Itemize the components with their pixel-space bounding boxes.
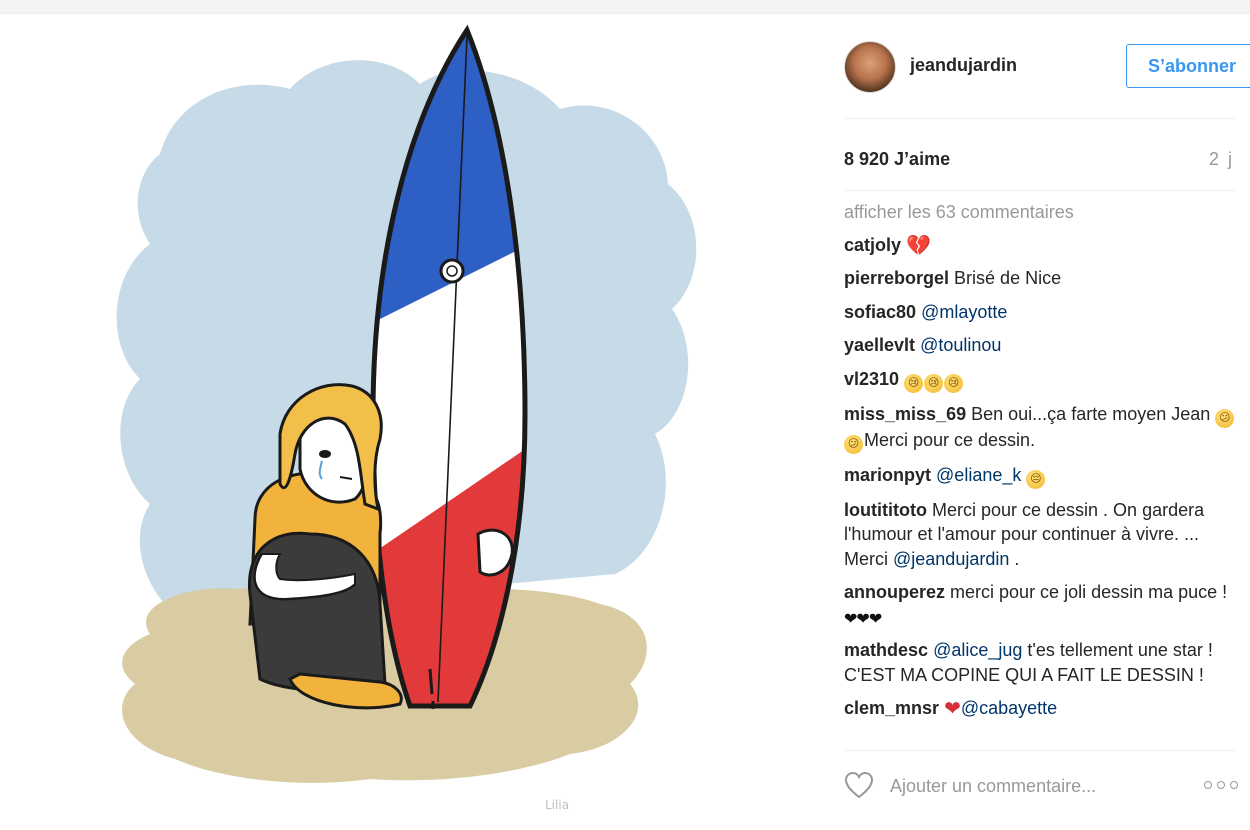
emoji-icon: 😢: [904, 373, 924, 393]
comment-text: Ben oui...ça farte moyen Jean: [971, 403, 1216, 424]
comment-mention-link[interactable]: @jeandujardin: [893, 549, 1009, 569]
comment-username[interactable]: sofiac80: [844, 302, 916, 322]
header-divider: [844, 118, 1236, 119]
comment-item: miss_miss_69 Ben oui...ça farte moyen Je…: [844, 402, 1238, 454]
comment-item: marionpyt @eliane_k 😔: [844, 463, 1238, 489]
follow-button[interactable]: S’abonner: [1126, 44, 1250, 88]
comment-item: mathdesc @alice_jug t'es tellement une s…: [844, 638, 1238, 687]
comment-text: merci pour ce joli dessin ma puce !: [950, 582, 1228, 602]
comment-username[interactable]: yaellevlt: [844, 335, 915, 355]
comment-mention-link[interactable]: @eliane_k: [936, 465, 1021, 485]
emoji-icon: 😕: [1215, 408, 1235, 428]
emoji-icon: ❤: [944, 698, 961, 720]
comment-mention-link[interactable]: @alice_jug: [933, 640, 1022, 660]
post-image: Lilia: [0, 14, 822, 830]
comment-username[interactable]: marionpyt: [844, 465, 931, 485]
username[interactable]: jeandujardin: [910, 55, 1017, 76]
artist-signature: Lilia: [545, 798, 569, 812]
emoji-icon: 😕: [844, 434, 863, 454]
likes-divider: [844, 190, 1236, 191]
post-header: jeandujardin S’abonner: [844, 38, 1250, 98]
comment-item: annouperez merci pour ce joli dessin ma …: [844, 580, 1238, 629]
comment-item: sofiac80 @mlayotte: [844, 300, 1238, 325]
show-all-comments-link[interactable]: afficher les 63 commentaires: [844, 200, 1238, 225]
emoji-icon: 💔: [906, 234, 931, 257]
comment-username[interactable]: miss_miss_69: [844, 404, 966, 424]
comments-list[interactable]: afficher les 63 commentaires catjoly 💔 pi…: [844, 200, 1238, 734]
comment-item: catjoly 💔: [844, 233, 1238, 258]
like-heart-icon[interactable]: [844, 771, 874, 799]
comment-item: loutititoto Merci pour ce dessin . On ga…: [844, 498, 1238, 572]
comment-username[interactable]: vl2310: [844, 369, 899, 389]
emoji-icon: 😢: [944, 373, 964, 393]
comment-text: .: [1009, 548, 1020, 569]
comment-mention-link[interactable]: @toulinou: [920, 335, 1001, 355]
comment-text: Merci pour ce dessin.: [864, 429, 1036, 450]
likes-count[interactable]: 8 920 J’aime: [844, 149, 950, 170]
emoji-icon: ❤❤❤: [844, 610, 882, 628]
more-options-icon[interactable]: [1204, 781, 1238, 791]
comment-item: yaellevlt @toulinou: [844, 333, 1238, 358]
comment-username[interactable]: clem_mnsr: [844, 698, 939, 718]
comment-item: pierreborgel Brisé de Nice: [844, 266, 1238, 291]
post-time[interactable]: 2 j: [1209, 149, 1234, 170]
comment-item: clem_mnsr ❤@cabayette: [844, 696, 1238, 721]
comment-username[interactable]: loutititoto: [844, 500, 927, 520]
add-comment-bar: [844, 769, 1238, 805]
comment-item: vl2310 😢 😢 😢: [844, 367, 1238, 393]
comment-username[interactable]: pierreborgel: [844, 268, 949, 288]
browser-top-strip: [0, 0, 1250, 14]
comment-text: Brisé de Nice: [954, 268, 1062, 288]
comment-mention-link[interactable]: @mlayotte: [921, 302, 1007, 322]
comments-divider: [844, 750, 1236, 751]
emoji-icon: 😔: [1026, 469, 1046, 489]
avatar[interactable]: [844, 41, 896, 93]
illustration-surfboard-girl: Lilia: [116, 24, 697, 812]
post-side-panel: jeandujardin S’abonner 8 920 J’aime 2 j …: [822, 14, 1250, 830]
comment-mention-link[interactable]: @cabayette: [961, 698, 1057, 718]
emoji-icon: 😢: [924, 373, 944, 393]
comment-username[interactable]: mathdesc: [844, 640, 928, 660]
comment-username[interactable]: catjoly: [844, 235, 901, 255]
add-comment-input[interactable]: [890, 771, 1190, 801]
comment-username[interactable]: annouperez: [844, 582, 945, 602]
